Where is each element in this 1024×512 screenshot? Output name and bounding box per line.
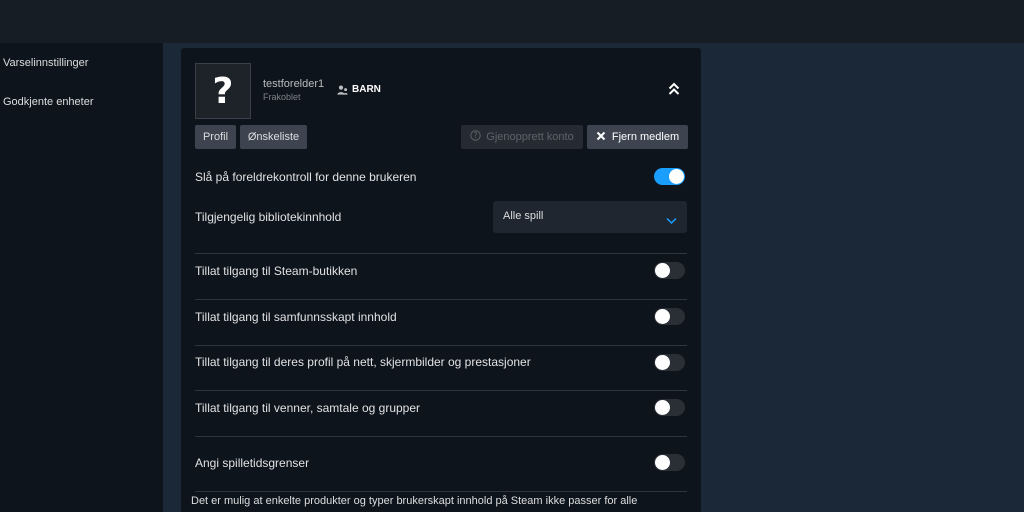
- profile-access-toggle[interactable]: [654, 354, 685, 371]
- sidebar-item-notification-settings[interactable]: Varselinnstillinger: [3, 57, 88, 69]
- svg-text:?: ?: [474, 131, 478, 140]
- content-disclaimer-text: Det er mulig at enkelte produkter og typ…: [191, 495, 638, 507]
- library-content-select[interactable]: Alle spill: [493, 201, 687, 233]
- friends-chat-toggle[interactable]: [654, 399, 685, 416]
- collapse-button[interactable]: [666, 82, 682, 100]
- role-badge-label: BARN: [352, 84, 381, 95]
- close-icon: [596, 131, 606, 144]
- wishlist-button[interactable]: Ønskeliste: [240, 125, 307, 149]
- chevron-down-icon: [666, 212, 677, 230]
- toggle-knob: [655, 455, 670, 470]
- toggle-knob: [655, 400, 670, 415]
- remove-member-button[interactable]: Fjern medlem: [587, 125, 688, 149]
- playtime-limits-label: Angi spilletidsgrenser: [195, 456, 310, 470]
- remove-member-label: Fjern medlem: [611, 131, 680, 143]
- toggle-knob: [655, 309, 670, 324]
- playtime-limits-toggle[interactable]: [654, 454, 685, 471]
- friends-chat-label: Tillat tilgang til venner, samtale og gr…: [195, 401, 421, 415]
- toggle-knob: [655, 263, 670, 278]
- store-access-toggle[interactable]: [654, 262, 685, 279]
- double-chevron-up-icon: [668, 82, 680, 101]
- community-content-toggle[interactable]: [654, 308, 685, 325]
- divider: [195, 491, 687, 492]
- divider: [195, 299, 687, 300]
- sidebar-item-approved-devices[interactable]: Godkjente enheter: [3, 96, 94, 108]
- member-username: testforelder1: [263, 78, 325, 90]
- community-content-label: Tillat tilgang til samfunnsskapt innhold: [195, 310, 397, 324]
- content-gutter: [163, 43, 181, 512]
- left-sidebar: Varselinnstillinger Godkjente enheter: [0, 43, 163, 512]
- toggle-knob: [655, 355, 670, 370]
- right-background: [721, 43, 1024, 512]
- restore-account-button[interactable]: ? Gjenopprett konto: [461, 125, 583, 149]
- restore-account-label: Gjenopprett konto: [486, 131, 574, 143]
- profile-button[interactable]: Profil: [195, 125, 236, 149]
- parental-control-label: Slå på foreldrekontroll for denne bruker…: [195, 170, 417, 184]
- profile-access-label: Tillat tilgang til deres profil på nett,…: [195, 355, 531, 369]
- store-access-label: Tillat tilgang til Steam-butikken: [195, 264, 358, 278]
- divider: [195, 436, 687, 437]
- divider: [195, 345, 687, 346]
- library-content-value: Alle spill: [503, 210, 544, 222]
- family-member-panel: ? testforelder1 Frakoblet BARN Profil Øn…: [181, 48, 701, 512]
- divider: [195, 390, 687, 391]
- toggle-knob: [669, 169, 684, 184]
- member-status: Frakoblet: [263, 92, 301, 102]
- parental-control-toggle[interactable]: [654, 168, 685, 185]
- divider: [195, 253, 687, 254]
- help-circle-icon: ?: [470, 130, 481, 144]
- child-user-icon: [337, 85, 348, 95]
- top-bar: [0, 0, 1024, 43]
- avatar: ?: [195, 63, 251, 119]
- role-badge: BARN: [337, 84, 381, 95]
- library-content-label: Tilgjengelig bibliotekinnhold: [195, 210, 342, 224]
